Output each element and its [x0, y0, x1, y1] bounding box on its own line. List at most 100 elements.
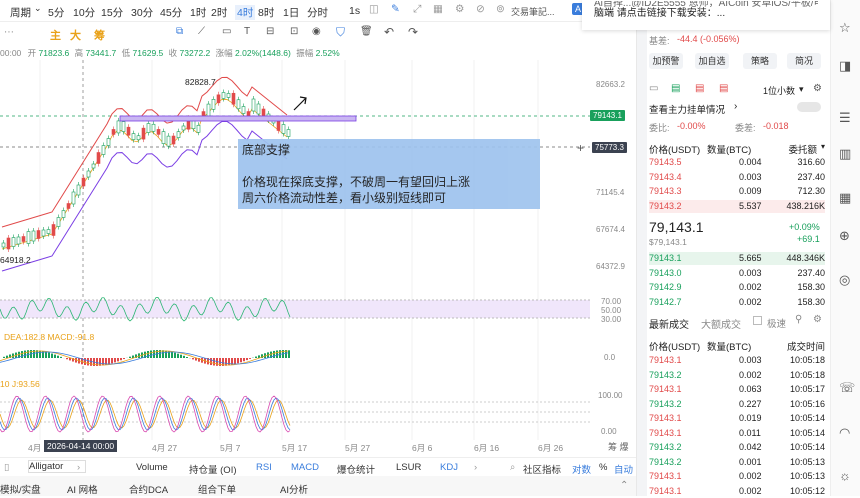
order-row[interactable]: 79143.25.537438.216K	[649, 200, 825, 213]
link-icon[interactable]: ⊘	[476, 3, 485, 15]
footer-ai-grid[interactable]: AI 网格	[67, 482, 98, 496]
notice-popup[interactable]: Al自择...@ID2E5555 恩师，AICoin 安卓iOS/平板/电 脑端…	[582, 0, 830, 30]
order-row[interactable]: 79143.00.003237.40	[649, 267, 825, 280]
asks-only-icon[interactable]: ▤	[695, 83, 704, 94]
copy-icon[interactable]: ⧉	[176, 26, 183, 37]
footer-sim-real[interactable]: 模拟/实盘	[0, 482, 41, 496]
panel-splitter[interactable]	[637, 0, 647, 496]
trade-row[interactable]: 79143.20.00210:05:18	[649, 369, 825, 382]
collapse-icon[interactable]: ▯	[4, 462, 9, 473]
order-row[interactable]: 79143.50.004316.60	[649, 156, 825, 169]
layout-icon[interactable]: ▦	[433, 3, 443, 15]
chevron-right-icon[interactable]: ›	[77, 462, 80, 473]
interval-5[interactable]: 1时	[190, 5, 206, 20]
trade-row[interactable]: 79143.20.04210:05:14	[649, 441, 825, 454]
big-orders-link[interactable]: 查看主力挂单情况	[649, 102, 725, 116]
sun-icon[interactable]: ☼	[839, 468, 851, 483]
trade-row[interactable]: 79143.20.00110:05:13	[649, 456, 825, 469]
add-watchlist-button[interactable]: 加自选	[695, 53, 729, 69]
headset-icon[interactable]: ◠	[839, 425, 850, 441]
star-icon[interactable]: ☆	[839, 20, 851, 36]
interval-3[interactable]: 30分	[131, 5, 153, 20]
depth-select[interactable]: 1位小数	[763, 84, 795, 97]
tab-volume[interactable]: Volume	[136, 462, 168, 473]
interval-1[interactable]: 10分	[73, 5, 95, 20]
undo-icon[interactable]: ↶	[384, 25, 394, 39]
trade-row[interactable]: 79143.10.01110:05:14	[649, 427, 825, 440]
chevron-right-icon[interactable]: ›	[474, 462, 477, 473]
magnet-icon[interactable]: ⊡	[290, 26, 298, 37]
tab-latest-trades[interactable]: 最新成交	[649, 316, 689, 331]
order-row[interactable]: 79143.30.009712.30	[649, 185, 825, 198]
big-indicator[interactable]: 大	[70, 27, 81, 43]
percent-toggle[interactable]: %	[599, 462, 607, 473]
annotation-box[interactable]: 底部支撑 价格现在探底支撑，不破周一有望回归上涨 周六价格流动性差，看小级别短线…	[238, 139, 540, 209]
interval-4[interactable]: 45分	[160, 5, 182, 20]
trade-note-button[interactable]: 交易筆記...	[511, 5, 555, 18]
tab-liquidation[interactable]: 爆仓统计	[337, 462, 375, 476]
phone-icon[interactable]: ☏	[839, 380, 855, 396]
rect-icon[interactable]: ▭	[222, 26, 231, 37]
footer-combo-order[interactable]: 组合下单	[198, 482, 236, 496]
interval-1s[interactable]: 1s	[349, 5, 360, 17]
eye-icon[interactable]: ◉	[312, 26, 321, 37]
compass-icon[interactable]: ◎	[839, 272, 850, 288]
extreme-checkbox[interactable]	[753, 316, 762, 325]
chevron-down-icon[interactable]: ⌄	[34, 3, 42, 14]
both-icon[interactable]: ▤	[719, 83, 728, 94]
fullscreen-icon[interactable]: ⤢	[413, 3, 421, 16]
footer-dca[interactable]: 合约DCA	[129, 482, 168, 496]
trade-row[interactable]: 79143.20.22710:05:16	[649, 398, 825, 411]
footer-ai-analysis[interactable]: AI分析	[280, 482, 308, 496]
bids-only-icon[interactable]: ▤	[671, 83, 680, 94]
chart-icon[interactable]: ◨	[839, 58, 851, 74]
grid-icon[interactable]: ▦	[839, 190, 851, 206]
interval-10[interactable]: 分时	[307, 5, 328, 20]
gear-icon[interactable]: ⚙	[455, 3, 464, 15]
trade-row[interactable]: 79143.10.01910:05:14	[649, 412, 825, 425]
filter-icon[interactable]: ⛉	[336, 25, 345, 40]
chevron-right-icon[interactable]: ›	[734, 101, 737, 112]
auto-toggle[interactable]: 自动	[614, 462, 633, 476]
interval-0[interactable]: 5分	[48, 5, 64, 20]
main-indicator[interactable]: 主	[50, 27, 61, 43]
trade-row[interactable]: 79143.10.00310:05:18	[649, 354, 825, 367]
gear-icon[interactable]: ⚙	[813, 83, 822, 94]
measure-icon[interactable]: ⟋	[198, 26, 205, 37]
camera-icon[interactable]: ◫	[369, 3, 379, 15]
chevron-up-icon[interactable]: ⌃	[620, 480, 628, 491]
tab-macd[interactable]: MACD	[291, 462, 319, 473]
trade-row[interactable]: 79143.10.00210:05:13	[649, 470, 825, 483]
interval-8[interactable]: 8时	[258, 5, 274, 20]
chevron-down-icon[interactable]: ▾	[799, 84, 804, 95]
layout-icon[interactable]: ▭	[649, 83, 658, 94]
interval-6[interactable]: 2时	[211, 5, 227, 20]
strategy-button[interactable]: 策略	[743, 53, 777, 69]
chip-indicator[interactable]: 筹	[94, 27, 105, 43]
big-orders-toggle[interactable]	[797, 102, 821, 112]
interval-9[interactable]: 1日	[283, 5, 299, 20]
search-icon[interactable]: ⌕	[510, 462, 515, 473]
text-icon[interactable]: T	[244, 26, 250, 37]
overview-button[interactable]: 简况	[787, 53, 821, 69]
redo-icon[interactable]: ↷	[408, 25, 418, 39]
order-row[interactable]: 79142.70.002158.30	[649, 296, 825, 309]
robot-icon[interactable]: ⊕	[839, 228, 850, 244]
add-alert-button[interactable]: 加预警	[649, 53, 683, 69]
bar-chart-icon[interactable]: ▥	[839, 146, 851, 162]
interval-2[interactable]: 15分	[101, 5, 123, 20]
interval-7[interactable]: 4时	[235, 5, 255, 20]
list-icon[interactable]: ☰	[839, 110, 851, 126]
tab-kdj[interactable]: KDJ	[440, 462, 458, 473]
tab-rsi[interactable]: RSI	[256, 462, 272, 473]
tab-big-trades[interactable]: 大额成交	[701, 316, 741, 331]
tab-oi[interactable]: 持仓量 (OI)	[189, 462, 237, 476]
period-menu[interactable]: 周期	[10, 5, 31, 20]
pen-icon[interactable]: ✎	[391, 3, 400, 15]
log-toggle[interactable]: 对数	[572, 462, 591, 476]
settings-icon[interactable]: ⋯	[4, 27, 14, 38]
order-row[interactable]: 79143.15.665448.346K	[649, 252, 825, 265]
order-row[interactable]: 79143.40.003237.40	[649, 171, 825, 184]
note-icon[interactable]: ⊚	[496, 3, 505, 15]
plus-icon[interactable]: +	[577, 141, 584, 155]
